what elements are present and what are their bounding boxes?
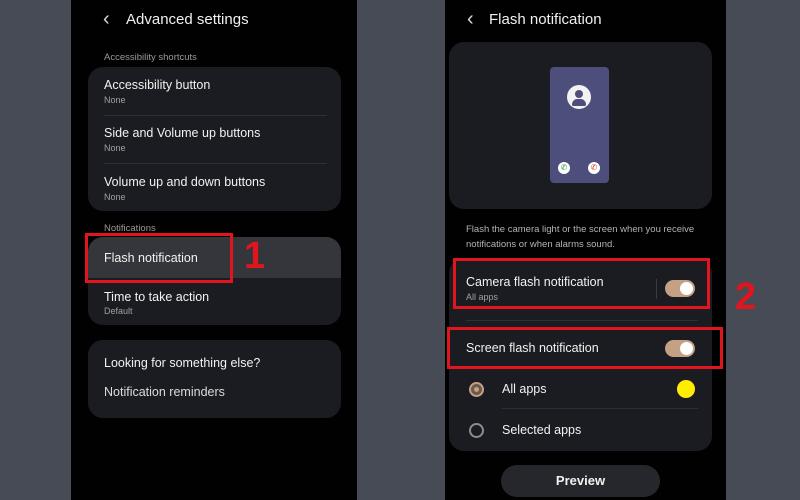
radio-selected-apps[interactable]: [469, 423, 484, 438]
back-arrow-icon[interactable]: ‹: [467, 9, 474, 29]
page-title: Advanced settings: [126, 11, 249, 28]
volume-up-down-value: None: [104, 192, 126, 202]
avatar-icon: [567, 85, 591, 109]
description-text: Flash the camera light or the screen whe…: [466, 224, 695, 250]
divider: [104, 163, 327, 164]
time-to-take-action-value: Default: [104, 306, 133, 316]
looking-for-something-heading: Looking for something else?: [104, 356, 261, 370]
divider: [104, 115, 327, 116]
notification-reminders-link[interactable]: Notification reminders: [104, 385, 225, 399]
selected-apps-option-label[interactable]: Selected apps: [502, 423, 581, 437]
accessibility-button-item[interactable]: Accessibility button: [104, 78, 210, 92]
phone-call-illustration: ✆ ✆: [550, 67, 609, 183]
highlight-box-screen-flash: [447, 327, 723, 369]
illustration-card: ✆ ✆: [449, 42, 712, 209]
time-to-take-action-item[interactable]: Time to take action: [104, 290, 209, 304]
looking-for-something-card: Looking for something else? Notification…: [88, 340, 341, 418]
radio-all-apps[interactable]: [469, 382, 484, 397]
preview-button[interactable]: Preview: [501, 465, 660, 497]
flash-color-swatch[interactable]: [677, 380, 695, 398]
step-number-2: 2: [735, 276, 757, 318]
page-title: Flash notification: [489, 11, 602, 28]
accept-call-icon: ✆: [558, 162, 570, 174]
divider: [502, 408, 698, 409]
side-volume-up-item[interactable]: Side and Volume up buttons: [104, 126, 260, 140]
divider: [466, 320, 698, 321]
side-volume-up-value: None: [104, 143, 126, 153]
decline-call-icon: ✆: [588, 162, 600, 174]
highlight-box-camera-flash: [453, 258, 710, 309]
all-apps-option-label[interactable]: All apps: [502, 382, 546, 396]
shortcuts-card: Accessibility button None Side and Volum…: [88, 67, 341, 211]
flash-notification-screen: ‹ Flash notification ✆ ✆ Flash the camer…: [445, 0, 726, 500]
accessibility-button-value: None: [104, 95, 126, 105]
volume-up-down-item[interactable]: Volume up and down buttons: [104, 175, 265, 189]
back-arrow-icon[interactable]: ‹: [103, 9, 110, 29]
highlight-box-flash-notification: [85, 233, 233, 283]
step-number-1: 1: [244, 235, 266, 277]
section-header-accessibility-shortcuts: Accessibility shortcuts: [104, 52, 197, 63]
